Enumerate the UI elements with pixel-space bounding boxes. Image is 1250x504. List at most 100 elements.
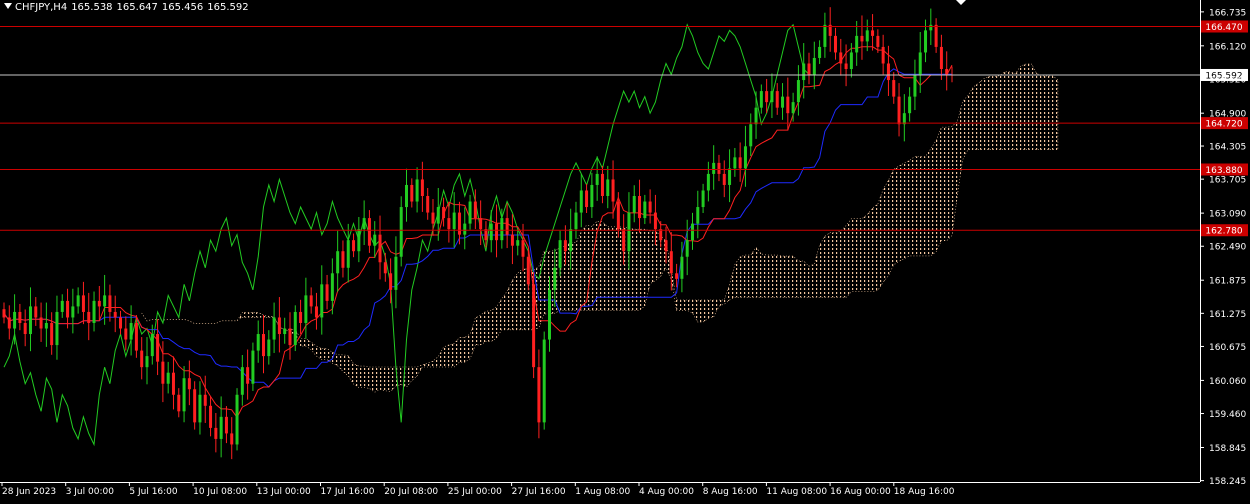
y-tick-label: 159.460 <box>1209 410 1246 420</box>
y-tick-label: 166.735 <box>1209 8 1246 18</box>
candle-body <box>113 311 117 318</box>
y-tick-label: 164.900 <box>1209 110 1246 120</box>
candle-body <box>881 46 885 64</box>
candle-body <box>76 295 80 307</box>
candle-body <box>606 179 610 197</box>
candle-body <box>293 311 297 346</box>
candle-body <box>214 427 218 439</box>
candle-body <box>71 306 75 318</box>
candle-body <box>410 184 414 202</box>
candle-body <box>299 311 303 323</box>
candle-body <box>304 295 308 323</box>
collapse-triangle-icon[interactable] <box>4 3 12 9</box>
candle-body <box>352 240 356 252</box>
candle-body <box>309 295 313 307</box>
candle-body <box>129 322 133 340</box>
x-tick-label: 4 Aug 00:00 <box>639 487 694 497</box>
candle-body <box>680 256 684 279</box>
candle-body <box>690 223 694 241</box>
candle-body <box>92 300 96 323</box>
x-tick-label: 5 Jul 16:00 <box>129 487 178 497</box>
candle-body <box>28 306 32 335</box>
candle-body <box>818 46 822 58</box>
candle-body <box>876 35 880 47</box>
candle-body <box>500 218 504 241</box>
candle-body <box>833 35 837 53</box>
candle-body <box>2 309 6 318</box>
x-tick-label: 1 Aug 08:00 <box>575 487 630 497</box>
candle-body <box>918 52 922 75</box>
candle-body <box>823 24 827 47</box>
candle-body <box>897 96 901 125</box>
y-tick-label: 160.060 <box>1209 377 1246 387</box>
candle-body <box>738 157 742 169</box>
high-value: 165.647 <box>116 2 158 13</box>
candle-body <box>50 322 54 346</box>
candle-body <box>177 394 181 412</box>
candle-body <box>749 124 753 147</box>
candle-body <box>18 311 22 323</box>
candle <box>235 388 239 451</box>
candle-body <box>357 229 361 252</box>
candle <box>532 272 536 379</box>
candle-body <box>235 394 239 445</box>
candle-body <box>378 234 382 263</box>
candle-body <box>717 162 721 174</box>
candle-body <box>171 372 175 395</box>
candle-body <box>510 234 514 246</box>
y-tick-label: 162.490 <box>1209 243 1246 253</box>
candle-body <box>431 212 435 224</box>
candle-body <box>219 416 223 439</box>
x-tick-label: 8 Aug 16:00 <box>703 487 758 497</box>
candle-body <box>590 184 594 208</box>
y-tick-label: 165.520 <box>1209 75 1246 85</box>
candle-body <box>553 267 557 290</box>
candle-body <box>924 30 928 53</box>
candle-body <box>119 317 123 329</box>
candle-body <box>463 223 467 235</box>
candle-body <box>743 146 747 169</box>
candle-body <box>526 256 530 285</box>
candle-body <box>770 91 774 103</box>
candle-body <box>802 63 806 81</box>
candle-body <box>436 207 440 224</box>
candle-body <box>722 173 726 185</box>
candle-body <box>892 80 896 97</box>
candle-body <box>664 240 668 252</box>
candle-body <box>447 218 451 230</box>
close-value: 165.592 <box>207 2 249 13</box>
candle <box>293 305 297 352</box>
x-tick-label: 11 Aug 08:00 <box>766 487 827 497</box>
candle-body <box>865 30 869 42</box>
candle-body <box>871 30 875 36</box>
candle-body <box>696 207 700 224</box>
x-tick-label: 20 Jul 08:00 <box>384 487 438 497</box>
candle-body <box>759 91 763 108</box>
candle-body <box>256 334 260 351</box>
candle-body <box>97 300 101 307</box>
candle-body <box>267 339 271 357</box>
candle-body <box>246 367 250 384</box>
y-tick-label: 163.090 <box>1209 210 1246 220</box>
chart-area[interactable]: 166.470 164.720 163.880 162.780 165.592 166.… <box>0 0 1250 500</box>
candle-body <box>627 212 631 252</box>
candle-body <box>563 240 567 252</box>
candle-body <box>108 295 112 312</box>
candle-body <box>611 179 615 202</box>
candle-body <box>224 416 228 434</box>
candle-body <box>728 168 732 185</box>
candle-body <box>272 317 276 340</box>
level-label: 166.470 <box>1205 23 1242 33</box>
candle-body <box>262 334 266 357</box>
candle-body <box>405 184 409 208</box>
candle-body <box>712 162 716 174</box>
x-tick-label: 10 Jul 08:00 <box>193 487 247 497</box>
candle-body <box>415 179 419 202</box>
x-tick-label: 3 Jul 00:00 <box>66 487 115 497</box>
candle-body <box>579 190 583 213</box>
candle-body <box>473 201 477 219</box>
candle-body <box>140 350 144 368</box>
candle-body <box>643 201 647 219</box>
candle-body <box>81 295 85 312</box>
candle-body <box>929 24 933 31</box>
